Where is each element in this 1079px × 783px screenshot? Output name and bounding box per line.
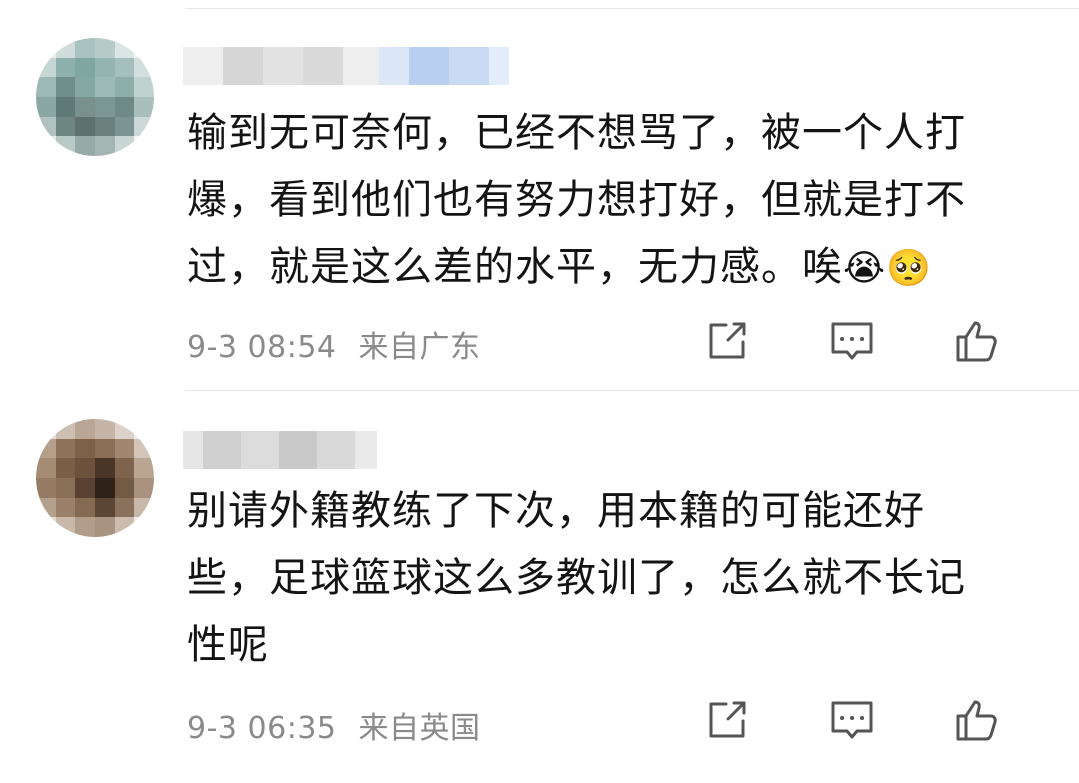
comment-text-line: 过，就是这么差的水平，无力感。唉😭🥺 (187, 234, 1057, 302)
share-button[interactable] (664, 695, 789, 745)
emoji: 😭🥺 (843, 248, 932, 289)
share-button[interactable] (664, 316, 789, 366)
comment-meta: 9-3 08:54 来自广东 (187, 322, 481, 366)
comment-actions (664, 695, 1039, 745)
comment-text-segment: 过，就是这么差的水平，无力感。唉 (187, 244, 843, 290)
reply-button[interactable] (789, 695, 914, 745)
comment-text-line: 些，足球篮球这么多教训了，怎么就不长记 (187, 555, 966, 601)
comment-time: 9-3 08:54 (187, 330, 337, 365)
comment-text-line: 输到无可奈何，已经不想骂了，被一个人打 (187, 110, 966, 156)
comment-actions (664, 316, 1039, 366)
comment-item: 别请外籍教练了下次，用本籍的可能还好 些，足球篮球这么多教训了，怎么就不长记 性… (0, 391, 1079, 783)
comment-text-line: 别请外籍教练了下次，用本籍的可能还好 (187, 488, 925, 534)
comment-meta: 9-3 06:35 来自英国 (187, 703, 481, 747)
comment-icon (831, 322, 872, 360)
like-button[interactable] (914, 316, 1039, 366)
comment-item: 输到无可奈何，已经不想骂了，被一个人打 爆，看到他们也有努力想打好，但就是打不 … (0, 0, 1079, 390)
avatar[interactable] (36, 38, 154, 156)
avatar[interactable] (36, 419, 154, 537)
username[interactable] (183, 47, 509, 85)
comment-time: 9-3 06:35 (187, 711, 337, 746)
comment-location: 来自英国 (358, 711, 481, 746)
comment-text-line: 爆，看到他们也有努力想打好，但就是打不 (187, 177, 966, 223)
comment-text-line: 性呢 (187, 622, 269, 668)
like-icon (956, 700, 997, 741)
comment-icon (831, 701, 872, 739)
share-icon (709, 701, 745, 738)
comment-text: 输到无可奈何，已经不想骂了，被一个人打 爆，看到他们也有努力想打好，但就是打不 … (187, 100, 1057, 302)
like-button[interactable] (914, 695, 1039, 745)
share-icon (709, 322, 745, 359)
username[interactable] (183, 431, 377, 469)
comment-location: 来自广东 (358, 330, 481, 365)
reply-button[interactable] (789, 316, 914, 366)
like-icon (956, 321, 997, 362)
comment-text: 别请外籍教练了下次，用本籍的可能还好 些，足球篮球这么多教训了，怎么就不长记 性… (187, 478, 1057, 679)
